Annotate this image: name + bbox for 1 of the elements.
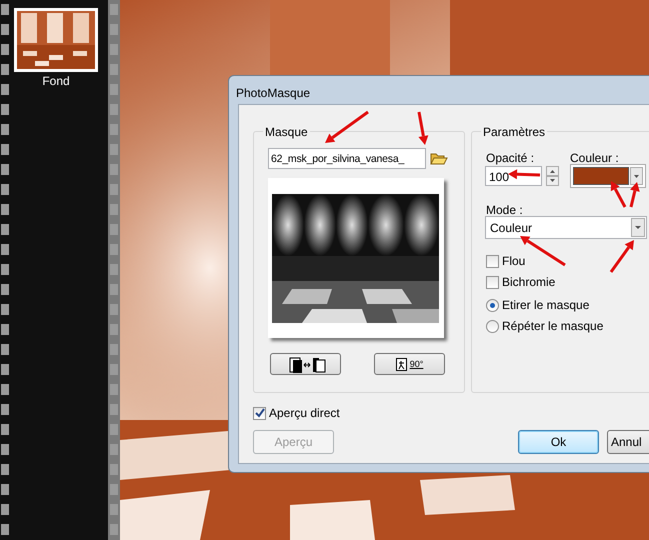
thumbnail-label: Fond [41, 73, 71, 90]
